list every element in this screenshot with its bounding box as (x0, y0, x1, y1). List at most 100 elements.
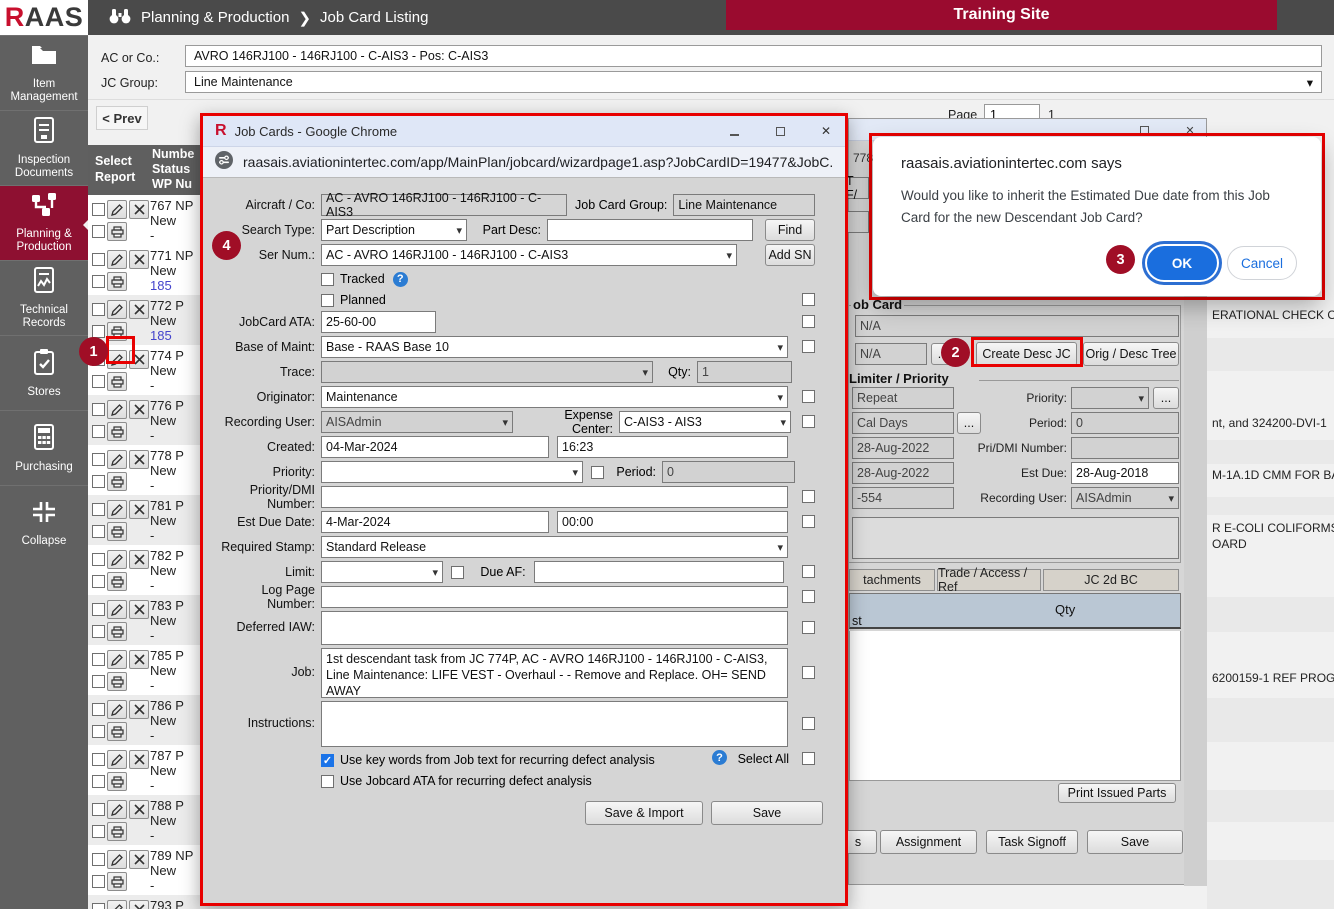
row-print-checkbox[interactable] (92, 775, 105, 788)
edit-pencil-icon[interactable] (107, 750, 127, 769)
prev-button[interactable]: < Prev (96, 106, 148, 130)
row-print-checkbox[interactable] (92, 275, 105, 288)
tab-tachments[interactable]: tachments (849, 569, 935, 591)
priority-dmi-input[interactable] (321, 486, 788, 508)
edit-pencil-icon[interactable] (107, 850, 127, 869)
minimize-icon[interactable] (727, 124, 741, 138)
delete-x-icon[interactable] (129, 300, 149, 319)
sidebar-item-purchasing[interactable]: Purchasing (0, 410, 88, 485)
row-select-checkbox[interactable] (92, 853, 105, 866)
priority-checkbox[interactable] (591, 466, 604, 479)
row-print-checkbox[interactable] (92, 825, 105, 838)
print-icon[interactable] (107, 572, 127, 591)
print-icon[interactable] (107, 622, 127, 641)
row-select-checkbox[interactable] (92, 753, 105, 766)
sidebar-item-technical-records[interactable]: TechnicalRecords (0, 260, 88, 335)
deferred-iaw-checkbox[interactable] (802, 621, 815, 634)
delete-x-icon[interactable] (129, 750, 149, 769)
tab-trade-access-ref[interactable]: Trade / Access / Ref (937, 569, 1041, 591)
row-print-checkbox[interactable] (92, 575, 105, 588)
limiter-notes-textarea[interactable] (852, 517, 1179, 559)
row-select-checkbox[interactable] (92, 253, 105, 266)
select-all-checkbox[interactable] (802, 752, 815, 765)
row-print-checkbox[interactable] (92, 225, 105, 238)
tab-jc-2d-bc[interactable]: JC 2d BC (1043, 569, 1179, 591)
row-select-checkbox[interactable] (92, 603, 105, 616)
detail-button-task-signoff[interactable]: Task Signoff (986, 830, 1078, 854)
edit-pencil-icon[interactable] (107, 600, 127, 619)
expense-center-select[interactable]: C-AIS3 - AIS3▾ (619, 411, 791, 433)
popup-url-bar[interactable]: raasais.aviationintertec.com/app/MainPla… (203, 146, 845, 178)
print-icon[interactable] (107, 422, 127, 441)
save-button[interactable]: Save (711, 801, 823, 825)
row-print-checkbox[interactable] (92, 625, 105, 638)
save-and-import-button[interactable]: Save & Import (585, 801, 703, 825)
est-due-date-input[interactable]: 4-Mar-2024 (321, 511, 549, 533)
jobcard-ata-input[interactable]: 25-60-00 (321, 311, 436, 333)
originator-row-checkbox[interactable] (802, 390, 815, 403)
edit-pencil-icon[interactable] (107, 900, 127, 909)
originator-select[interactable]: Maintenance▾ (321, 386, 788, 408)
breadcrumb-section[interactable]: Planning & Production (141, 9, 289, 26)
planned-row-checkbox[interactable] (802, 293, 815, 306)
edit-pencil-icon[interactable] (107, 700, 127, 719)
due-af-input[interactable] (534, 561, 784, 583)
planned-checkbox[interactable] (321, 294, 334, 307)
detail-button-save[interactable]: Save (1087, 830, 1183, 854)
delete-x-icon[interactable] (129, 650, 149, 669)
row-select-checkbox[interactable] (92, 303, 105, 316)
edit-pencil-icon[interactable] (107, 500, 127, 519)
sidebar-item-inspection-documents[interactable]: InspectionDocuments (0, 110, 88, 185)
print-icon[interactable] (107, 772, 127, 791)
delete-x-icon[interactable] (129, 900, 149, 909)
detail-button-assignment[interactable]: Assignment (880, 830, 977, 854)
row-select-checkbox[interactable] (92, 703, 105, 716)
delete-x-icon[interactable] (129, 500, 149, 519)
created-time-input[interactable]: 16:23 (557, 436, 788, 458)
raas-logo[interactable]: RAAS (0, 0, 88, 35)
print-icon[interactable] (107, 722, 127, 741)
print-issued-parts-button[interactable]: Print Issued Parts (1058, 783, 1176, 803)
delete-x-icon[interactable] (129, 250, 149, 269)
print-icon[interactable] (107, 472, 127, 491)
delete-x-icon[interactable] (129, 450, 149, 469)
print-icon[interactable] (107, 272, 127, 291)
maximize-icon[interactable] (773, 124, 787, 138)
limit-row-checkbox[interactable] (802, 565, 815, 578)
row-print-checkbox[interactable] (92, 475, 105, 488)
instructions-checkbox[interactable] (802, 717, 815, 730)
base-row-checkbox[interactable] (802, 340, 815, 353)
row-select-checkbox[interactable] (92, 803, 105, 816)
created-date-input[interactable]: 04-Mar-2024 (321, 436, 549, 458)
limit-checkbox[interactable] (451, 566, 464, 579)
add-sn-button[interactable]: Add SN (765, 244, 815, 266)
jc-group-select[interactable]: Line Maintenance▾ (185, 71, 1322, 93)
row-print-checkbox[interactable] (92, 725, 105, 738)
ata-analysis-checkbox[interactable] (321, 775, 334, 788)
recording-user-select[interactable]: AISAdmin▾ (1071, 487, 1179, 509)
row-print-checkbox[interactable] (92, 425, 105, 438)
edit-pencil-icon[interactable] (107, 650, 127, 669)
est-due-checkbox[interactable] (802, 515, 815, 528)
ata-row-checkbox[interactable] (802, 315, 815, 328)
print-icon[interactable] (107, 522, 127, 541)
row-select-checkbox[interactable] (92, 453, 105, 466)
delete-x-icon[interactable] (129, 850, 149, 869)
log-page-input[interactable] (321, 586, 788, 608)
help-icon[interactable]: ? (393, 272, 408, 287)
job-checkbox[interactable] (802, 666, 815, 679)
row-select-checkbox[interactable] (92, 653, 105, 666)
delete-x-icon[interactable] (129, 700, 149, 719)
row-print-checkbox[interactable] (92, 375, 105, 388)
row-select-checkbox[interactable] (92, 503, 105, 516)
help-icon[interactable]: ? (712, 750, 727, 765)
site-settings-icon[interactable] (215, 151, 233, 174)
close-icon[interactable]: ✕ (819, 124, 833, 138)
edit-pencil-icon[interactable] (107, 200, 127, 219)
popup-titlebar[interactable]: R Job Cards - Google Chrome ✕ (203, 116, 845, 146)
delete-x-icon[interactable] (129, 550, 149, 569)
priority-select[interactable]: ▾ (1071, 387, 1149, 409)
job-textarea[interactable]: 1st descendant task from JC 774P, AC - A… (321, 648, 788, 698)
edit-pencil-icon[interactable] (107, 300, 127, 319)
limit-select[interactable]: ▾ (321, 561, 443, 583)
